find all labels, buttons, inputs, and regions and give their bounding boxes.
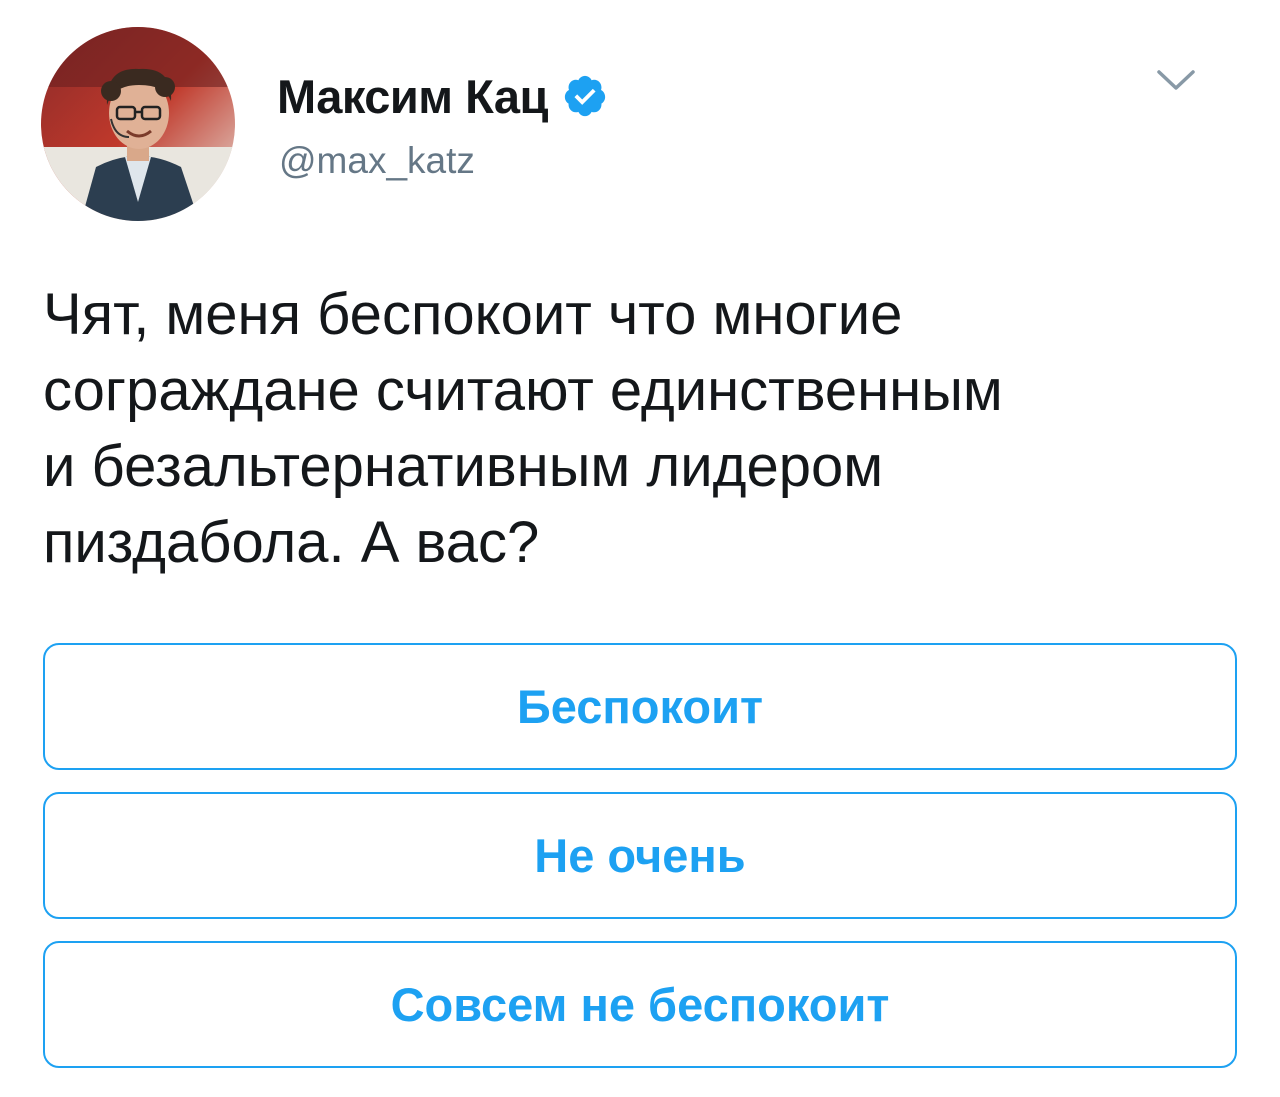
avatar[interactable] [41,27,235,221]
display-name[interactable]: Максим Кац [277,69,548,124]
author-row[interactable]: Максим Кац [277,66,608,126]
tweet-text-line: Чят, меня беспокоит что многие [43,282,903,347]
tweet-text-line: сограждане считают единственным [43,358,1003,423]
tweet-text-line: и безальтернативным лидером [43,434,884,499]
avatar-photo [41,27,235,221]
chevron-down-icon[interactable] [1151,60,1201,100]
verified-badge-icon [562,73,608,119]
author-handle[interactable]: @max_katz [279,140,475,182]
poll: Беспокоит Не очень Совсем не беспокоит [43,643,1237,1090]
tweet-text-line: пиздабола. А вас? [43,510,540,575]
tweet-text: Чят, меня беспокоит что многие сограждан… [43,277,1253,581]
poll-option-button[interactable]: Беспокоит [43,643,1237,770]
poll-option-button[interactable]: Совсем не беспокоит [43,941,1237,1068]
poll-option-button[interactable]: Не очень [43,792,1237,919]
